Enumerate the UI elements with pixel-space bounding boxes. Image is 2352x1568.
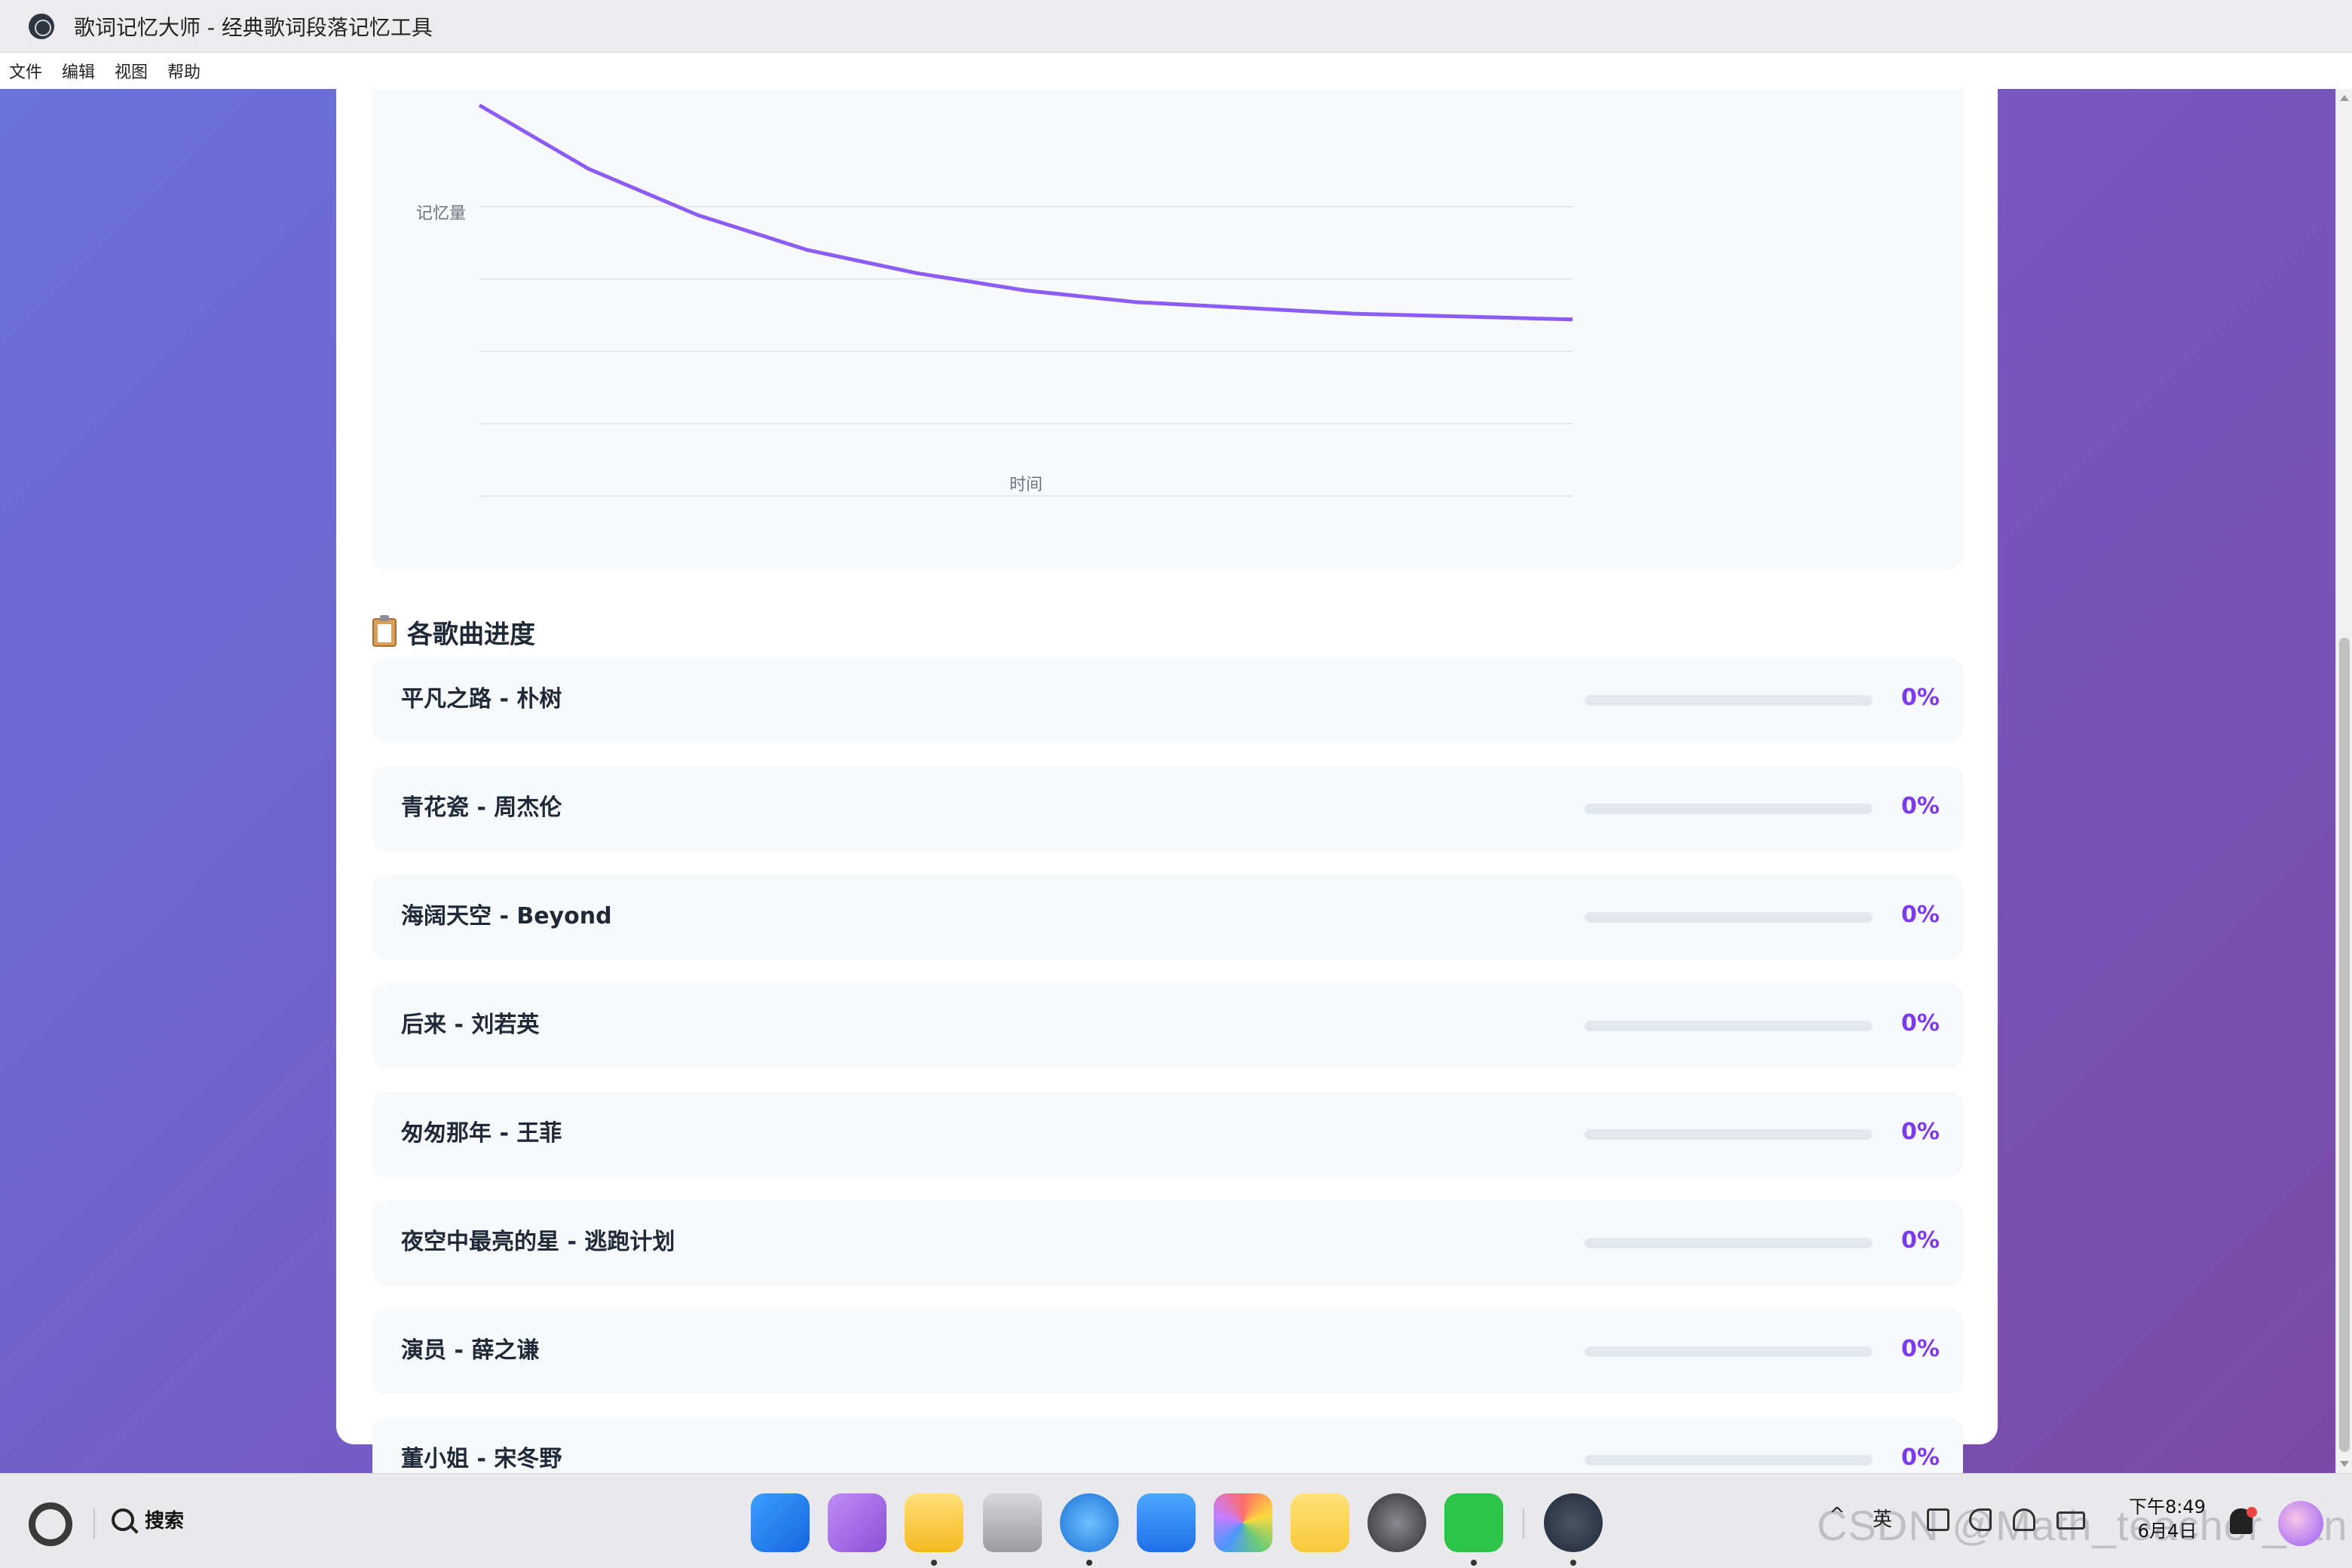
progress-bar xyxy=(1585,695,1873,706)
progress-bar xyxy=(1585,1346,1873,1357)
song-progress-row: 演员 - 薛之谦 0% xyxy=(372,1309,1963,1395)
song-progress-row: 董小姐 - 宋冬野 0% xyxy=(372,1417,1963,1473)
taskbar-separator xyxy=(1523,1508,1524,1539)
search-label: 搜索 xyxy=(145,1510,185,1533)
running-indicator xyxy=(1570,1560,1576,1566)
title-bar: 歌词记忆大师 - 经典歌词段落记忆工具 xyxy=(0,0,2352,53)
taskbar-clock[interactable]: 下午8:49 6月4日 xyxy=(2129,1495,2206,1543)
song-name: 演员 - 薛之谦 xyxy=(401,1337,540,1364)
clock-time: 下午8:49 xyxy=(2129,1496,2206,1517)
menu-view[interactable]: 视图 xyxy=(115,59,148,83)
progress-percent: 0% xyxy=(1901,793,1940,819)
song-progress-list: 平凡之路 - 朴树 0% 青花瓷 - 周杰伦 0% 海阔天空 - Beyond 0% 后来 … xyxy=(372,657,1963,1473)
song-name: 海阔天空 - Beyond xyxy=(401,903,612,929)
song-name: 平凡之路 - 朴树 xyxy=(401,686,562,712)
tray-chevron-up-icon[interactable]: ^ xyxy=(1829,1504,1845,1527)
progress-bar xyxy=(1585,804,1873,814)
progress-section-label: 各歌曲进度 xyxy=(407,620,535,650)
menu-edit[interactable]: 编辑 xyxy=(62,59,95,83)
wechat-icon[interactable] xyxy=(1444,1493,1503,1552)
taskbar: 搜索 CSDN @Math_teacher_fan ^ 英 下午8:49 6月4… xyxy=(0,1473,2352,1568)
multitask-icon[interactable] xyxy=(828,1493,887,1552)
app-content: 时间 记忆量 各歌曲进度 平凡之路 - 朴树 0% 青花瓷 - 周杰伦 0% 海阔天空 -… xyxy=(0,89,2335,1473)
mail-icon[interactable] xyxy=(1137,1493,1196,1552)
progress-percent: 0% xyxy=(1901,902,1940,928)
song-progress-row: 平凡之路 - 朴树 0% xyxy=(372,657,1963,743)
chart-y-axis-label: 记忆量 xyxy=(416,204,466,223)
taskbar-separator xyxy=(93,1508,95,1539)
keyboard-icon[interactable] xyxy=(1927,1508,1949,1531)
trash-icon[interactable] xyxy=(983,1493,1042,1552)
photos-icon[interactable] xyxy=(1214,1493,1272,1552)
running-indicator xyxy=(1471,1560,1477,1566)
progress-bar xyxy=(1585,1238,1873,1248)
chart-series-line xyxy=(478,103,1573,322)
song-progress-row: 海阔天空 - Beyond 0% xyxy=(372,874,1963,960)
notification-badge xyxy=(2246,1507,2257,1517)
song-progress-row: 后来 - 刘若英 0% xyxy=(372,983,1963,1069)
files-icon[interactable] xyxy=(905,1493,963,1552)
scroll-thumb[interactable] xyxy=(2339,638,2350,1452)
user-avatar[interactable] xyxy=(2278,1501,2323,1546)
song-name: 董小姐 - 宋冬野 xyxy=(401,1446,562,1472)
running-indicator xyxy=(1086,1560,1092,1566)
launcher-icon[interactable] xyxy=(751,1493,810,1552)
clock-date: 6月4日 xyxy=(2137,1521,2197,1542)
menu-file[interactable]: 文件 xyxy=(9,59,42,83)
progress-percent: 0% xyxy=(1901,684,1940,711)
progress-bar xyxy=(1585,912,1873,923)
search-icon xyxy=(112,1508,134,1531)
battery-icon[interactable] xyxy=(2056,1511,2085,1530)
progress-bar xyxy=(1585,1455,1873,1465)
notes-icon[interactable] xyxy=(1291,1493,1349,1552)
volume-icon[interactable] xyxy=(1969,1508,1992,1531)
song-name: 青花瓷 - 周杰伦 xyxy=(401,795,562,821)
electron-app-icon[interactable] xyxy=(1544,1493,1603,1552)
window-title: 歌词记忆大师 - 经典歌词段落记忆工具 xyxy=(74,14,433,40)
ime-indicator[interactable]: 英 xyxy=(1873,1504,1892,1532)
start-button[interactable] xyxy=(29,1502,72,1546)
progress-percent: 0% xyxy=(1901,1336,1940,1362)
song-name: 后来 - 刘若英 xyxy=(401,1012,540,1038)
wifi-icon[interactable] xyxy=(2013,1508,2035,1531)
song-name: 夜空中最亮的星 - 逃跑计划 xyxy=(401,1229,675,1255)
song-progress-row: 匆匆那年 - 王菲 0% xyxy=(372,1092,1963,1178)
progress-percent: 0% xyxy=(1901,1119,1940,1145)
chart-svg: 时间 记忆量 xyxy=(416,103,1573,497)
progress-section-title: 各歌曲进度 xyxy=(372,614,535,651)
vertical-scrollbar[interactable] xyxy=(2335,89,2352,1473)
progress-bar xyxy=(1585,1129,1873,1140)
progress-percent: 0% xyxy=(1901,1444,1940,1471)
running-indicator xyxy=(931,1560,937,1566)
progress-percent: 0% xyxy=(1901,1010,1940,1037)
progress-percent: 0% xyxy=(1901,1227,1940,1254)
menu-help[interactable]: 帮助 xyxy=(167,59,201,83)
forgetting-curve-chart: 时间 记忆量 xyxy=(372,89,1963,570)
app-logo-icon xyxy=(29,13,54,39)
progress-bar xyxy=(1585,1021,1873,1031)
song-progress-row: 青花瓷 - 周杰伦 0% xyxy=(372,766,1963,852)
browser-icon[interactable] xyxy=(1060,1493,1119,1552)
menu-bar: 文件 编辑 视图 帮助 xyxy=(0,53,2352,89)
scroll-down-icon[interactable] xyxy=(2340,1461,2349,1467)
song-progress-row: 夜空中最亮的星 - 逃跑计划 0% xyxy=(372,1200,1963,1286)
scroll-up-icon[interactable] xyxy=(2340,95,2349,101)
clipboard-icon xyxy=(372,614,397,647)
song-name: 匆匆那年 - 王菲 xyxy=(401,1120,562,1147)
taskbar-search[interactable]: 搜索 xyxy=(112,1505,184,1533)
chart-x-axis-label: 时间 xyxy=(1009,476,1043,495)
settings-gear-icon[interactable] xyxy=(1367,1493,1426,1552)
main-card: 时间 记忆量 各歌曲进度 平凡之路 - 朴树 0% 青花瓷 - 周杰伦 0% 海阔天空 -… xyxy=(336,89,1998,1473)
